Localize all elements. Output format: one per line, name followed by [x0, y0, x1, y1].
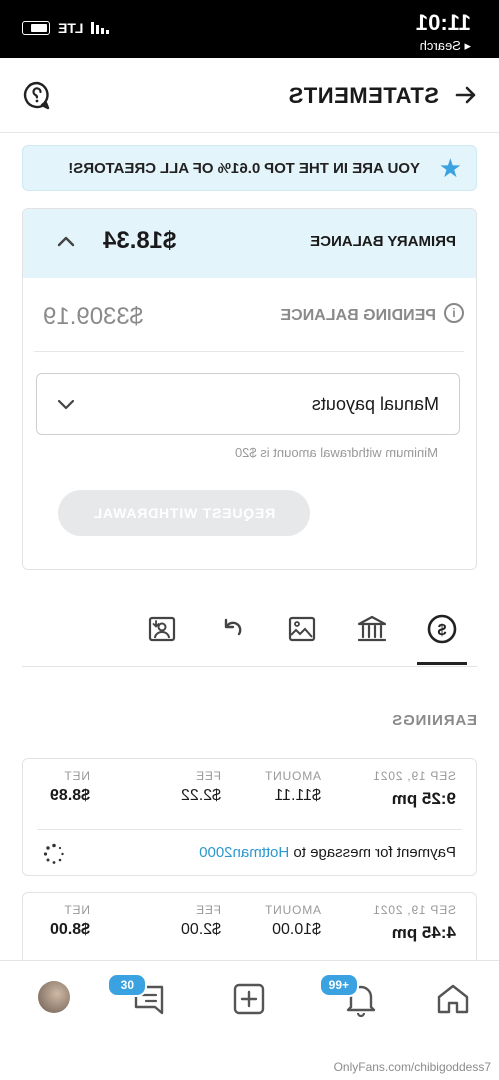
- amount-header: AMOUNT: [264, 903, 321, 917]
- signal-icon: [91, 22, 110, 34]
- nav-add-post[interactable]: [229, 979, 269, 1019]
- fee-header: FEE: [195, 769, 221, 783]
- back-to-search[interactable]: ◂ Search: [416, 38, 471, 54]
- tab-refunds[interactable]: [215, 612, 249, 646]
- tx-date-col: SEP 19, 2021 4:45 pm: [373, 903, 456, 943]
- person-download-icon: [148, 616, 176, 642]
- nav-home[interactable]: [433, 979, 473, 1019]
- messages-count: 30: [120, 978, 134, 992]
- tab-earnings[interactable]: $: [425, 612, 459, 646]
- fee-header: FEE: [195, 903, 221, 917]
- amount-header: AMOUNT: [264, 769, 321, 783]
- pending-balance-amount: $3309.19: [43, 303, 144, 330]
- tx-desc-text: Payment for message to: [289, 844, 456, 861]
- battery-icon: [22, 21, 50, 35]
- payout-method-value: Manual payouts: [311, 394, 439, 414]
- tx-amount-col: AMOUNT $11.11: [264, 769, 321, 805]
- network-label: LTE: [58, 20, 84, 36]
- net-header: NET: [63, 769, 90, 783]
- watermark: OnlyFans.com/chibigoddess7: [334, 1060, 491, 1074]
- redo-arrow-icon: [224, 618, 242, 636]
- status-time: 11:01 ◂ Search: [416, 10, 471, 54]
- bottom-nav: 99+ 30: [0, 960, 499, 1043]
- tx-fee-col: FEE $2.22: [181, 769, 221, 805]
- pending-spinner-icon: [43, 843, 64, 864]
- notifications-count: 99+: [328, 978, 350, 992]
- info-icon[interactable]: i: [444, 303, 464, 323]
- avatar[interactable]: [38, 981, 70, 1013]
- tx-time: 9:25 pm: [391, 789, 456, 808]
- divider: [37, 829, 462, 830]
- tx-net-col: NET $8.00: [50, 903, 90, 939]
- tx-amount: $11.11: [274, 787, 321, 804]
- tx-amount-col: AMOUNT $10.00: [264, 903, 321, 939]
- tx-amount: $10.00: [272, 921, 321, 938]
- messages-badge: 30: [107, 973, 147, 997]
- tx-date: SEP 19, 2021: [372, 769, 456, 783]
- nav-messages[interactable]: 30: [107, 973, 169, 1019]
- payout-method-select[interactable]: Manual payouts: [36, 373, 460, 435]
- status-bar: 11:01 ◂ Search LTE: [0, 0, 499, 58]
- back-arrow-icon[interactable]: [451, 80, 481, 110]
- dollar-circle-icon: $: [427, 614, 457, 644]
- chevron-up-icon[interactable]: [57, 235, 75, 247]
- tx-net-col: NET $8.89: [50, 769, 90, 805]
- primary-balance-label: PRIMARY BALANCE: [310, 233, 456, 250]
- divider: [34, 351, 464, 352]
- notifications-badge: 99+: [319, 973, 359, 997]
- tab-media[interactable]: [285, 612, 319, 646]
- rank-banner: ★ YOU ARE IN THE TOP 0.61% OF ALL CREATO…: [22, 145, 477, 191]
- tx-user-link[interactable]: Hottman2000: [199, 844, 289, 861]
- tx-date-col: SEP 19, 2021 9:25 pm: [373, 769, 456, 809]
- chevron-down-icon: [57, 399, 75, 410]
- tx-time: 4:45 pm: [391, 923, 456, 942]
- tx-fee-col: FEE $2.00: [181, 903, 221, 939]
- tab-payouts[interactable]: [355, 612, 389, 646]
- home-icon: [437, 984, 469, 1014]
- primary-balance-row[interactable]: PRIMARY BALANCE $18.34: [23, 209, 476, 278]
- net-header: NET: [63, 903, 90, 917]
- pending-balance-label: PENDING BALANCE: [280, 307, 436, 324]
- minimum-withdrawal-hint: Minimum withdrawal amount is $20: [234, 445, 438, 460]
- tx-fee: $2.22: [180, 787, 221, 804]
- tx-net: $8.89: [49, 787, 90, 804]
- page-title: STATEMENTS: [288, 83, 439, 108]
- status-icons: LTE: [22, 20, 110, 36]
- image-icon: [288, 616, 316, 642]
- rank-banner-text: YOU ARE IN THE TOP 0.61% OF ALL CREATORS…: [68, 160, 420, 177]
- page-header: STATEMENTS: [0, 58, 499, 133]
- tx-description: Payment for message to Hottman2000: [199, 844, 456, 861]
- request-withdrawal-button[interactable]: REQUEST WITHDRAWAL: [58, 490, 310, 536]
- tx-date: SEP 19, 2021: [372, 903, 456, 917]
- earnings-section-title: EARNINGS: [391, 712, 477, 729]
- clock: 11:01: [415, 10, 471, 35]
- tx-fee: $2.00: [180, 921, 221, 938]
- transaction-card[interactable]: SEP 19, 2021 9:25 pm AMOUNT $11.11 FEE $…: [22, 758, 477, 876]
- add-square-icon: [233, 983, 265, 1015]
- bank-icon: [357, 615, 387, 642]
- statement-tabs: $: [22, 600, 477, 667]
- help-icon[interactable]: [22, 80, 52, 110]
- tx-net: $8.00: [49, 921, 90, 938]
- nav-notifications[interactable]: 99+: [319, 973, 381, 1019]
- tab-referrals[interactable]: [145, 612, 179, 646]
- svg-text:$: $: [437, 622, 446, 639]
- primary-balance-amount: $18.34: [103, 227, 177, 254]
- balance-card: PRIMARY BALANCE $18.34 PENDING BALANCE i…: [22, 208, 477, 570]
- watermark-text: OnlyFans.com/chibigoddess7: [333, 1060, 491, 1074]
- star-icon: ★: [438, 153, 462, 183]
